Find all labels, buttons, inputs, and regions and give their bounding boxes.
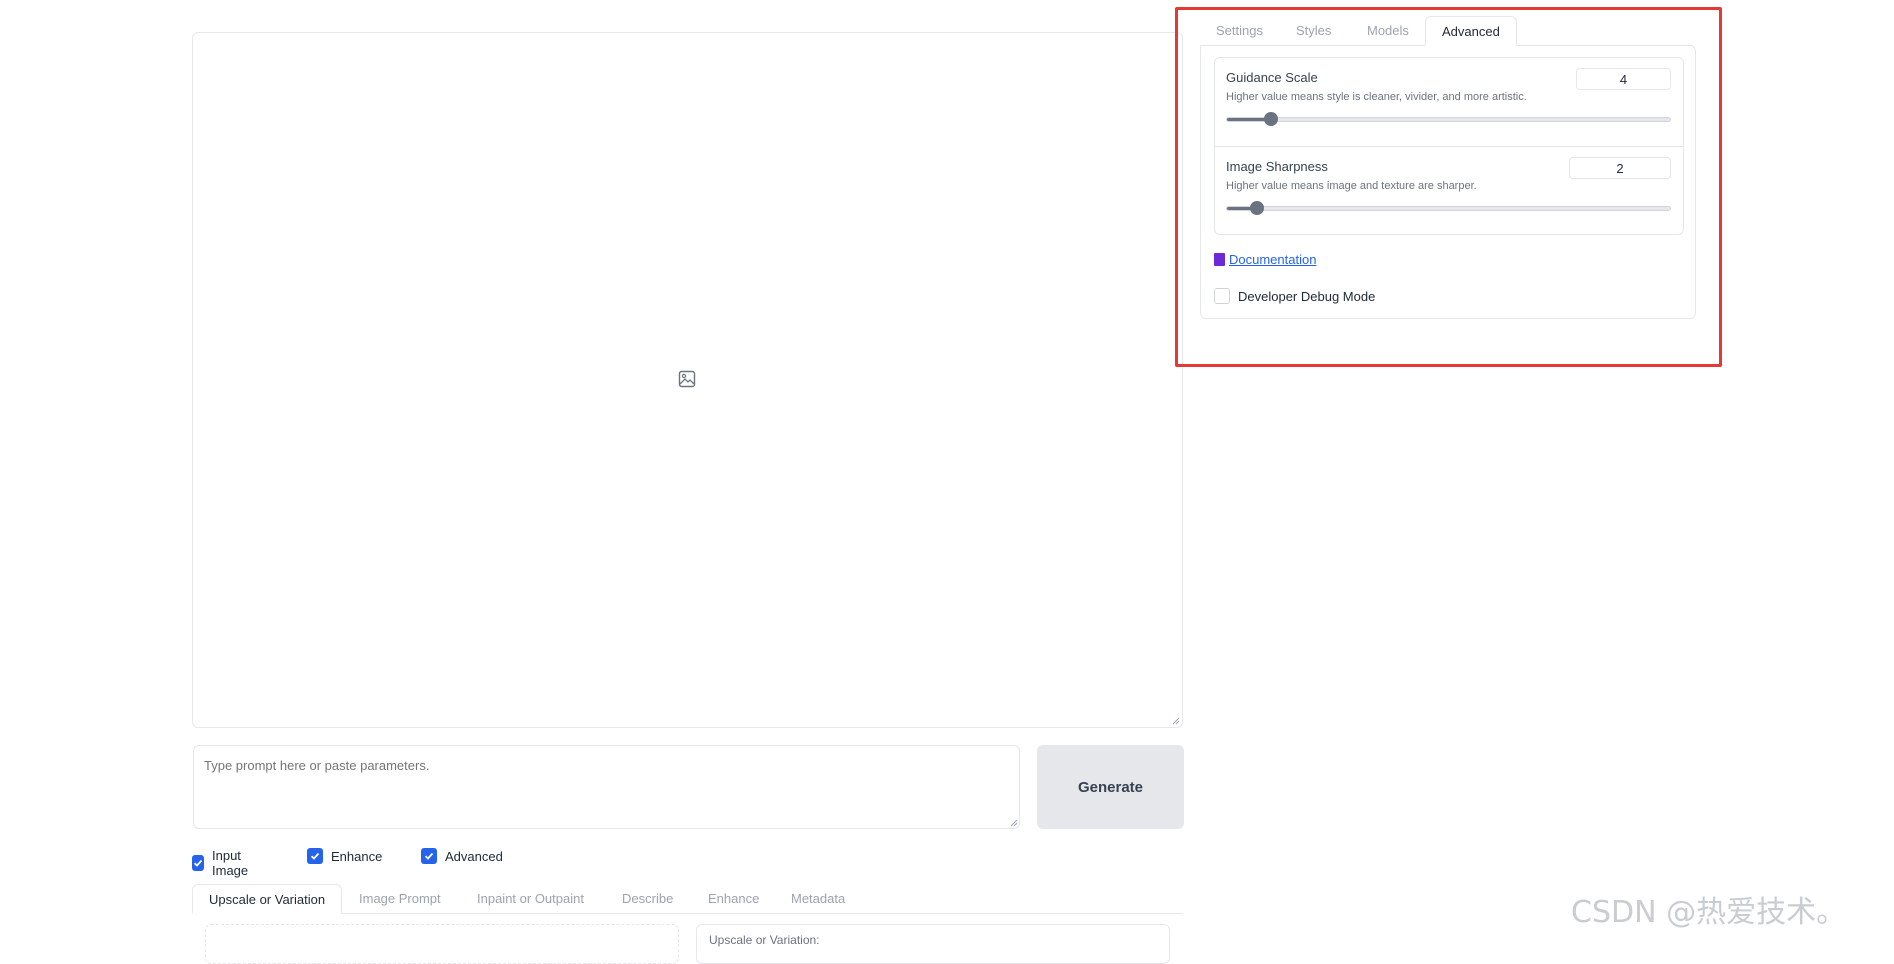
book-icon	[1214, 253, 1225, 266]
advanced-sliders-group: Guidance Scale Higher value means style …	[1214, 57, 1684, 235]
checkbox-label: Developer Debug Mode	[1238, 288, 1376, 304]
advanced-checkbox[interactable]: Advanced	[421, 848, 503, 864]
generate-button[interactable]: Generate	[1037, 745, 1184, 829]
image-sharpness-input[interactable]	[1569, 157, 1671, 179]
checkbox-label: Advanced	[445, 848, 503, 864]
resize-handle-icon[interactable]	[1172, 717, 1180, 725]
image-sharpness-info: Higher value means image and texture are…	[1226, 180, 1477, 192]
slider-thumb[interactable]	[1264, 112, 1279, 126]
tab-enhance[interactable]: Enhance	[692, 884, 775, 914]
tab-styles[interactable]: Styles	[1280, 16, 1347, 46]
guidance-scale-info: Higher value means style is cleaner, viv…	[1226, 91, 1527, 103]
prompt-input[interactable]	[193, 745, 1020, 829]
documentation-label: Documentation	[1229, 252, 1317, 267]
checkbox-label: Enhance	[331, 848, 383, 864]
guidance-scale-input[interactable]	[1576, 68, 1671, 90]
tab-metadata[interactable]: Metadata	[775, 884, 861, 914]
watermark: CSDN @热爱技术。	[1571, 895, 1847, 930]
checkbox-unchecked-icon	[1214, 288, 1230, 304]
tab-models[interactable]: Models	[1351, 16, 1425, 46]
checkbox-checked-icon	[307, 848, 323, 864]
checkbox-label: Input Image	[212, 848, 249, 878]
advanced-panel: Guidance Scale Higher value means style …	[1200, 45, 1696, 319]
tab-advanced[interactable]: Advanced	[1425, 16, 1517, 46]
checkbox-checked-icon	[421, 848, 437, 864]
input-image-checkbox[interactable]: Input Image	[192, 848, 252, 878]
group-divider	[1215, 146, 1683, 147]
upscale-image-dropzone[interactable]	[205, 924, 679, 964]
enhance-checkbox[interactable]: Enhance	[307, 848, 382, 864]
image-canvas[interactable]	[192, 32, 1183, 728]
tab-upscale-or-variation[interactable]: Upscale or Variation	[192, 884, 343, 914]
guidance-scale-slider[interactable]	[1226, 112, 1671, 126]
documentation-link[interactable]: Documentation	[1214, 252, 1316, 267]
resize-handle-icon[interactable]	[1010, 819, 1018, 827]
tab-inpaint-or-outpaint[interactable]: Inpaint or Outpaint	[461, 884, 600, 914]
image-icon	[678, 370, 696, 388]
upscale-options-label: Upscale or Variation:	[709, 933, 820, 947]
tab-settings[interactable]: Settings	[1200, 16, 1279, 46]
image-sharpness-label: Image Sharpness	[1226, 159, 1328, 174]
tab-image-prompt[interactable]: Image Prompt	[343, 884, 457, 914]
checkbox-checked-icon	[192, 855, 204, 871]
developer-debug-checkbox[interactable]: Developer Debug Mode	[1214, 288, 1375, 304]
slider-thumb[interactable]	[1249, 201, 1264, 215]
image-sharpness-slider[interactable]	[1226, 201, 1671, 215]
settings-tabs: Settings Styles Models Advanced	[1200, 16, 1696, 46]
upscale-options-group: Upscale or Variation:	[696, 924, 1170, 964]
input-tabs: Upscale or Variation Image Prompt Inpain…	[192, 884, 1183, 914]
tab-describe[interactable]: Describe	[606, 884, 689, 914]
guidance-scale-label: Guidance Scale	[1226, 70, 1318, 85]
